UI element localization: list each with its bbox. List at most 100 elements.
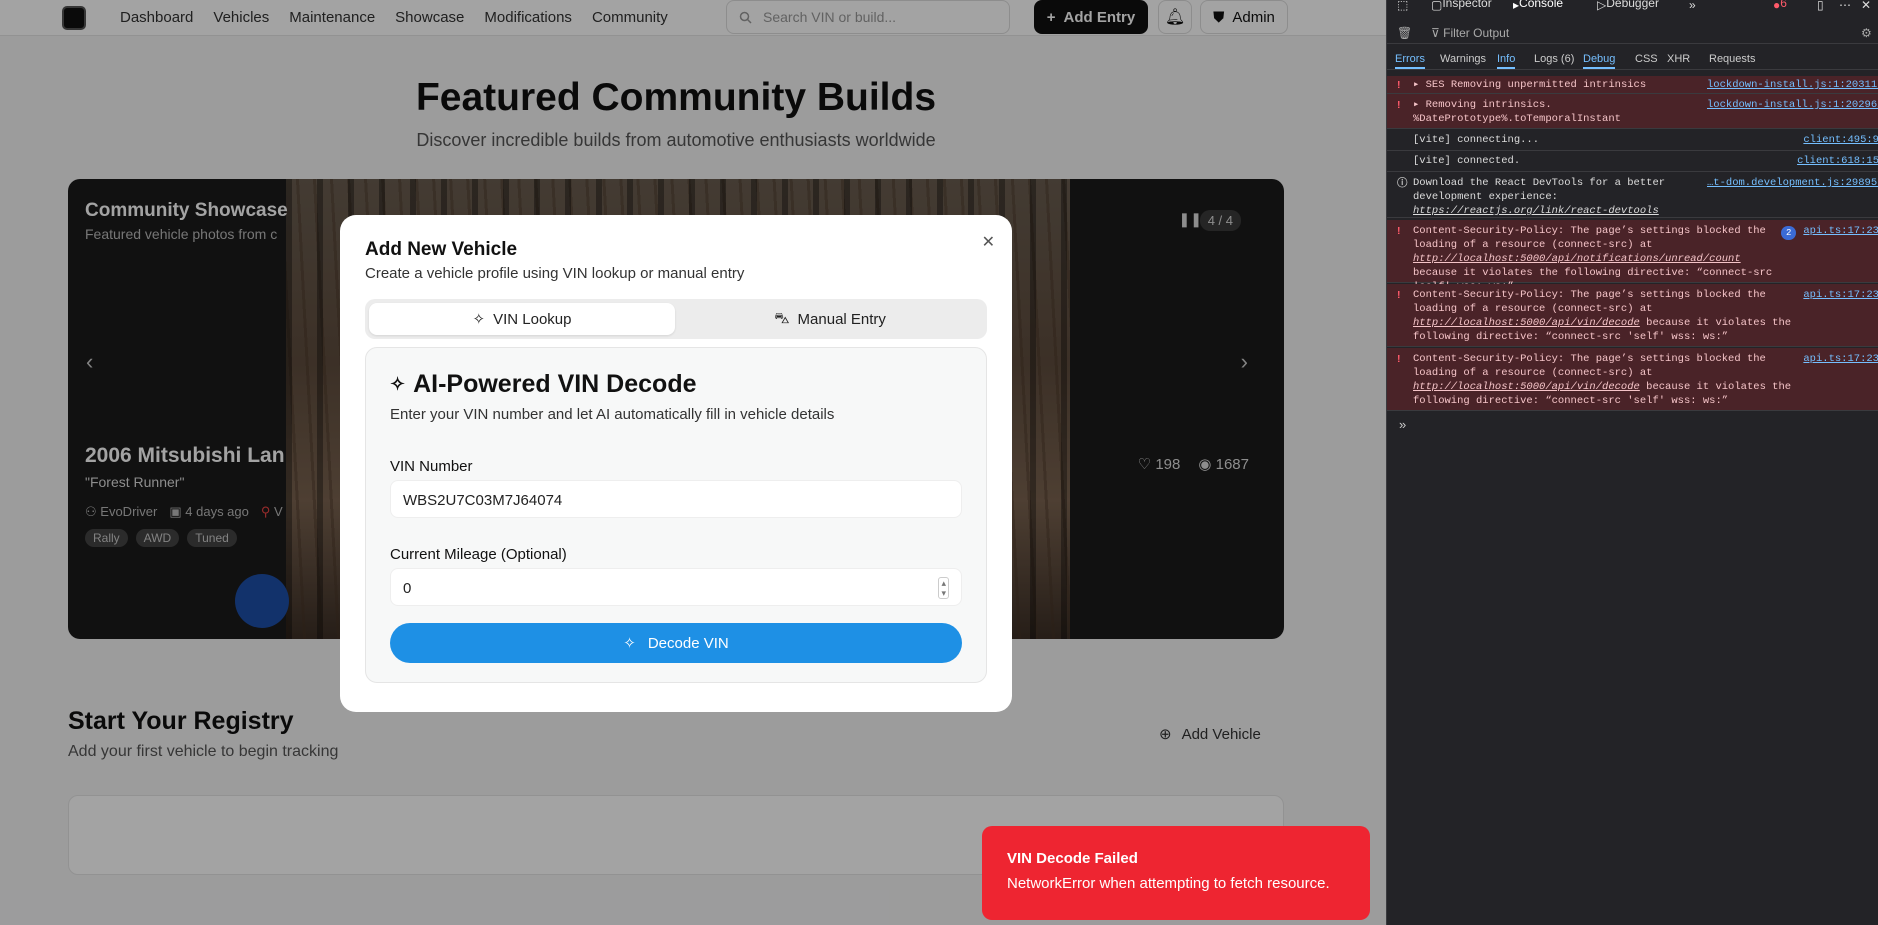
message-body: Removing intrinsics. %DatePrototype%.toT… (1413, 99, 1621, 125)
more-tabs-icon[interactable]: » (1689, 0, 1696, 12)
console-message[interactable]: ! ▸ SES Removing unpermitted intrinsics … (1387, 76, 1878, 94)
vin-decode-card: ✧ AI-Powered VIN Decode Enter your VIN nu… (365, 347, 987, 683)
console-message[interactable]: ! Content-Security-Policy: The page’s se… (1387, 220, 1878, 293)
filter-placeholder: Filter Output (1443, 26, 1510, 40)
cat-debug[interactable]: Debug (1583, 53, 1616, 69)
message-source-link[interactable]: …t-dom.development.js:29895:17 (1707, 176, 1878, 190)
message-source-link[interactable]: api.ts:17:23 (1799, 288, 1878, 302)
card-title-text: AI-Powered VIN Decode (413, 370, 697, 398)
message-link[interactable]: http://localhost:5000/api/vin/decode (1413, 381, 1640, 393)
filter-bar: 🗑︎ ⊽ Filter Output ⚙ (1387, 22, 1878, 44)
error-icon: ! (1397, 99, 1401, 111)
message-body: Content-Security-Policy: The page’s sett… (1413, 353, 1766, 379)
tab-manual-entry[interactable]: ⛍ Manual Entry (677, 303, 983, 335)
mileage-label: Current Mileage (Optional) (390, 546, 567, 563)
entry-mode-tabs: ✧ VIN Lookup ⛍ Manual Entry (365, 299, 987, 339)
console-message[interactable]: ! Content-Security-Policy: The page’s se… (1387, 348, 1878, 411)
devtools-tabs: ⬚ ▢ Inspector ▸ Console ▷ Debugger » ● 6… (1387, 0, 1878, 12)
toast-message: NetworkError when attempting to fetch re… (1007, 875, 1330, 892)
console-message[interactable]: [vite] connected. client:618:15 (1387, 151, 1878, 172)
message-body: SES Removing unpermitted intrinsics (1425, 79, 1647, 91)
toast-title: VIN Decode Failed (1007, 850, 1138, 867)
dock-icon[interactable]: ▯ (1817, 0, 1824, 12)
filter-input[interactable]: ⊽ Filter Output (1431, 26, 1509, 40)
message-source-link[interactable]: lockdown-install.js:1:203117 (1707, 78, 1878, 92)
tab-manual-label: Manual Entry (797, 310, 886, 328)
tab-vin-label: VIN Lookup (493, 310, 572, 328)
tab-vin-lookup[interactable]: ✧ VIN Lookup (369, 303, 675, 335)
message-text: Content-Security-Policy: The page’s sett… (1413, 288, 1801, 344)
cat-info[interactable]: Info (1497, 53, 1516, 69)
console-input[interactable]: » (1399, 417, 1406, 432)
message-text: ▸ SES Removing unpermitted intrinsics (1413, 79, 1647, 91)
mileage-value: 0 (403, 580, 412, 597)
cat-warnings[interactable]: Warnings (1440, 53, 1486, 65)
cat-requests[interactable]: Requests (1709, 53, 1755, 65)
pick-element-icon[interactable]: ⬚ (1397, 0, 1408, 12)
sparkle-icon: ✧ (623, 635, 636, 652)
info-icon: ⓘ (1397, 177, 1408, 189)
app-page: Dashboard Vehicles Maintenance Showcase … (0, 0, 1386, 925)
message-source-link[interactable]: lockdown-install.js:1:202962 (1707, 98, 1878, 112)
more-icon[interactable]: ⋯ (1839, 0, 1851, 12)
error-icon: ! (1397, 353, 1401, 365)
message-text: Download the React DevTools for a better… (1413, 176, 1691, 218)
message-source-link[interactable]: client:495:9 (1707, 133, 1878, 147)
vin-label: VIN Number (390, 458, 473, 475)
message-body: Content-Security-Policy: The page’s sett… (1413, 289, 1766, 315)
console-message[interactable]: ⓘ Download the React DevTools for a bett… (1387, 172, 1878, 218)
tab-console[interactable]: ▸ Console (1513, 0, 1563, 12)
message-text: [vite] connected. (1413, 155, 1521, 167)
cat-xhr[interactable]: XHR (1667, 53, 1690, 65)
message-text: [vite] connecting... (1413, 134, 1540, 146)
dialog-subtitle: Create a vehicle profile using VIN looku… (365, 265, 745, 282)
error-icon: ! (1397, 79, 1401, 91)
cat-errors[interactable]: Errors (1395, 53, 1425, 69)
number-stepper[interactable]: ▴ ▾ (938, 577, 949, 599)
card-title: ✧ AI-Powered VIN Decode (390, 370, 697, 399)
repeat-count-badge: 2 (1781, 226, 1797, 240)
sparkle-icon: ✧ (472, 311, 486, 328)
console-message[interactable]: ! ▸ Removing intrinsics. %DatePrototype%… (1387, 94, 1878, 129)
vin-input[interactable]: WBS2U7C03M7J64074 (390, 480, 962, 518)
trash-icon[interactable]: 🗑︎ (1397, 26, 1412, 40)
error-toast[interactable]: VIN Decode Failed NetworkError when atte… (982, 826, 1370, 920)
devtools-panel: ⬚ ▢ Inspector ▸ Console ▷ Debugger » ● 6… (1386, 0, 1878, 925)
dialog-title: Add New Vehicle (365, 239, 518, 260)
error-count-value: 6 (1780, 0, 1787, 10)
sparkle-icon: ✧ (390, 374, 406, 394)
tab-inspector-label: Inspector (1442, 0, 1492, 10)
message-link[interactable]: http://localhost:5000/api/vin/decode (1413, 317, 1640, 329)
message-body: Download the React DevTools for a better… (1413, 177, 1666, 203)
error-icon: ! (1397, 289, 1401, 301)
console-message[interactable]: [vite] connecting... client:495:9 (1387, 130, 1878, 151)
cat-logs[interactable]: Logs (6) (1534, 53, 1574, 65)
chevron-right-icon: » (1399, 417, 1407, 432)
tab-debugger[interactable]: ▷ Debugger (1597, 0, 1659, 12)
error-count[interactable]: ● 6 (1773, 0, 1787, 12)
add-vehicle-dialog: ✕ Add New Vehicle Create a vehicle profi… (340, 215, 1012, 712)
card-subtitle: Enter your VIN number and let AI automat… (390, 406, 835, 423)
message-link[interactable]: https://reactjs.org/link/react-devtools (1413, 205, 1659, 217)
message-text: Content-Security-Policy: The page’s sett… (1413, 352, 1801, 408)
decode-label: Decode VIN (647, 634, 729, 652)
message-source-link[interactable]: client:618:15 (1707, 154, 1878, 168)
console-message[interactable]: ! Content-Security-Policy: The page’s se… (1387, 284, 1878, 347)
tab-console-label: Console (1519, 0, 1564, 10)
error-icon: ! (1397, 225, 1401, 237)
car-icon: ⛍ (774, 309, 790, 327)
close-icon[interactable]: ✕ (1861, 0, 1871, 12)
close-icon[interactable]: ✕ (982, 232, 995, 252)
log-categories: Errors Warnings Info Logs (6) Debug CSS … (1387, 50, 1878, 70)
message-link[interactable]: http://localhost:5000/api/notifications/… (1413, 253, 1741, 265)
cat-css[interactable]: CSS (1635, 53, 1658, 65)
mileage-input[interactable]: 0 ▴ ▾ (390, 568, 962, 606)
message-source-link[interactable]: api.ts:17:23 (1799, 352, 1878, 366)
tab-inspector[interactable]: ▢ Inspector (1431, 0, 1492, 12)
message-source-link[interactable]: api.ts:17:23 (1799, 224, 1878, 238)
message-text: ▸ Removing intrinsics. %DatePrototype%.t… (1413, 99, 1621, 125)
gear-icon[interactable]: ⚙ (1861, 26, 1872, 40)
tab-debugger-label: Debugger (1606, 0, 1659, 10)
decode-vin-button[interactable]: ✧ Decode VIN (390, 623, 962, 663)
message-body: Content-Security-Policy: The page’s sett… (1413, 225, 1766, 251)
